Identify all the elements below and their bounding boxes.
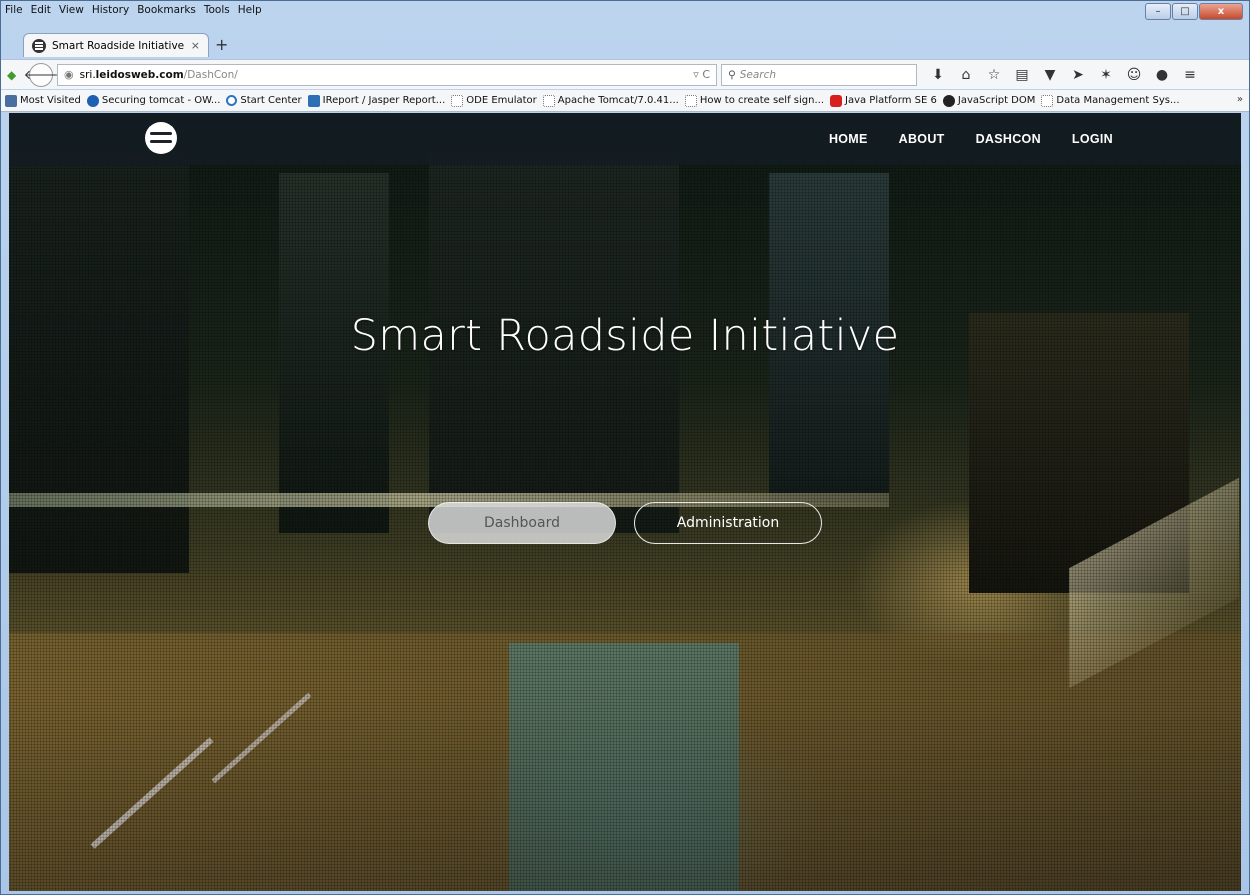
tab-strip: Smart Roadside Initiative - ... × +: [1, 21, 1249, 59]
bookmark-label: Securing tomcat - OW...: [101, 95, 221, 106]
star-icon[interactable]: ☆: [983, 67, 1005, 83]
reload-icon[interactable]: ▿ C: [693, 68, 710, 81]
menu-bar: File Edit View History Bookmarks Tools H…: [1, 1, 1249, 19]
nav-home[interactable]: HOME: [829, 132, 868, 146]
back-button[interactable]: 🡐: [24, 62, 58, 87]
site-logo-icon[interactable]: [145, 122, 177, 154]
shield-icon: ◆: [7, 67, 17, 82]
page-icon: [542, 94, 555, 107]
search-input[interactable]: ⚲ Search: [721, 63, 917, 86]
download-icon[interactable]: ⬇: [927, 67, 949, 83]
menu-icon[interactable]: ≡: [1179, 67, 1201, 83]
bookmark-start-center[interactable]: Start Center: [226, 95, 302, 106]
window-controls: – □ x: [1144, 3, 1243, 20]
bookmark-label: How to create self sign...: [699, 95, 824, 106]
menu-history[interactable]: History: [92, 4, 129, 16]
menu-bookmarks[interactable]: Bookmarks: [137, 4, 196, 16]
page-icon: [1041, 94, 1054, 107]
search-placeholder: Search: [739, 68, 777, 81]
menu-tools[interactable]: Tools: [204, 4, 230, 16]
bookmark-label: Java Platform SE 6: [845, 95, 937, 106]
bookmarks-toolbar: Most Visited Securing tomcat - OW... Sta…: [1, 90, 1249, 112]
bookmark-java-platform[interactable]: Java Platform SE 6: [830, 94, 937, 107]
smiley-icon[interactable]: ☺: [1123, 67, 1145, 83]
oracle-icon: [830, 94, 842, 107]
url-domain: leidosweb.com: [95, 68, 184, 81]
site-navbar: HOME ABOUT DASHCON LOGIN: [9, 113, 1241, 165]
url-domain-prefix: sri.: [79, 68, 96, 81]
bookmark-most-visited[interactable]: Most Visited: [5, 94, 81, 107]
nav-login[interactable]: LOGIN: [1072, 132, 1113, 146]
menu-edit[interactable]: Edit: [31, 4, 51, 16]
hero-title: Smart Roadside Initiative: [350, 311, 900, 361]
bookmark-apache-tomcat[interactable]: Apache Tomcat/7.0.41...: [542, 94, 679, 107]
page-icon: [451, 94, 464, 107]
administration-button[interactable]: Administration: [634, 502, 822, 544]
bookmark-label: Most Visited: [20, 95, 81, 106]
close-window-button[interactable]: x: [1199, 3, 1243, 20]
bookmark-ireport[interactable]: IReport / Jasper Report...: [307, 94, 446, 107]
clipboard-icon[interactable]: ▤: [1011, 67, 1033, 83]
page-viewport: HOME ABOUT DASHCON LOGIN Smart Roadside …: [9, 113, 1241, 891]
browser-window: File Edit View History Bookmarks Tools H…: [0, 0, 1250, 895]
url-path: /DashCon/: [183, 68, 238, 81]
nav-about[interactable]: ABOUT: [899, 132, 945, 146]
dashboard-button[interactable]: Dashboard: [428, 502, 616, 544]
bookmark-data-management[interactable]: Data Management Sys...: [1041, 94, 1180, 107]
extension-icon[interactable]: ✶: [1095, 67, 1117, 83]
menu-view[interactable]: View: [59, 4, 84, 16]
address-bar[interactable]: ◉ sri. leidosweb.com/DashCon/ ▿ C: [57, 63, 717, 86]
bookmark-javascript-dom[interactable]: JavaScript DOM: [942, 94, 1036, 107]
ring-icon: [226, 95, 238, 106]
search-icon: ⚲: [728, 68, 736, 81]
tab-title: Smart Roadside Initiative - ...: [52, 39, 185, 52]
tab-smart-roadside[interactable]: Smart Roadside Initiative - ... ×: [23, 33, 209, 57]
menu-file[interactable]: File: [5, 4, 23, 16]
most-visited-icon: [5, 94, 17, 107]
chat-icon[interactable]: ●: [1151, 67, 1173, 83]
menu-help[interactable]: Help: [238, 4, 262, 16]
bookmark-label: Data Management Sys...: [1056, 95, 1180, 106]
site-nav-links: HOME ABOUT DASHCON LOGIN: [798, 113, 1113, 165]
bookmarks-overflow-icon[interactable]: »: [1237, 94, 1243, 105]
close-tab-icon[interactable]: ×: [191, 39, 200, 52]
site-favicon-icon: [32, 38, 46, 53]
bookmark-securing-tomcat[interactable]: Securing tomcat - OW...: [86, 94, 221, 107]
page-icon: [684, 94, 697, 107]
bookmark-ode-emulator[interactable]: ODE Emulator: [451, 94, 537, 107]
hero-buttons: Dashboard Administration: [9, 502, 1241, 544]
navigation-bar: ◆ 🡐 ◉ sri. leidosweb.com/DashCon/ ▿ C ⚲ S…: [1, 59, 1249, 89]
bookmark-label: ODE Emulator: [466, 95, 537, 106]
bookmark-self-sign[interactable]: How to create self sign...: [684, 94, 824, 107]
nav-dashcon[interactable]: DASHCON: [976, 132, 1041, 146]
bookmark-label: JavaScript DOM: [957, 95, 1036, 106]
jasper-icon: [307, 94, 320, 107]
pocket-icon[interactable]: ▼: [1039, 67, 1061, 83]
globe-icon: ◉: [64, 68, 74, 81]
cat-icon: [942, 94, 955, 107]
minimize-button[interactable]: –: [1145, 3, 1171, 20]
bookmark-label: Start Center: [240, 95, 302, 106]
maximize-button[interactable]: □: [1172, 3, 1198, 20]
new-tab-button[interactable]: +: [215, 35, 228, 54]
underpass: [509, 643, 739, 891]
toolbar-icons: ⬇ ⌂ ☆ ▤ ▼ ➤ ✶ ☺ ● ≡: [927, 67, 1207, 83]
globe-icon: [86, 94, 99, 107]
send-icon[interactable]: ➤: [1067, 67, 1089, 83]
bookmark-label: IReport / Jasper Report...: [322, 95, 446, 106]
bookmark-label: Apache Tomcat/7.0.41...: [557, 95, 679, 106]
home-icon[interactable]: ⌂: [955, 67, 977, 83]
